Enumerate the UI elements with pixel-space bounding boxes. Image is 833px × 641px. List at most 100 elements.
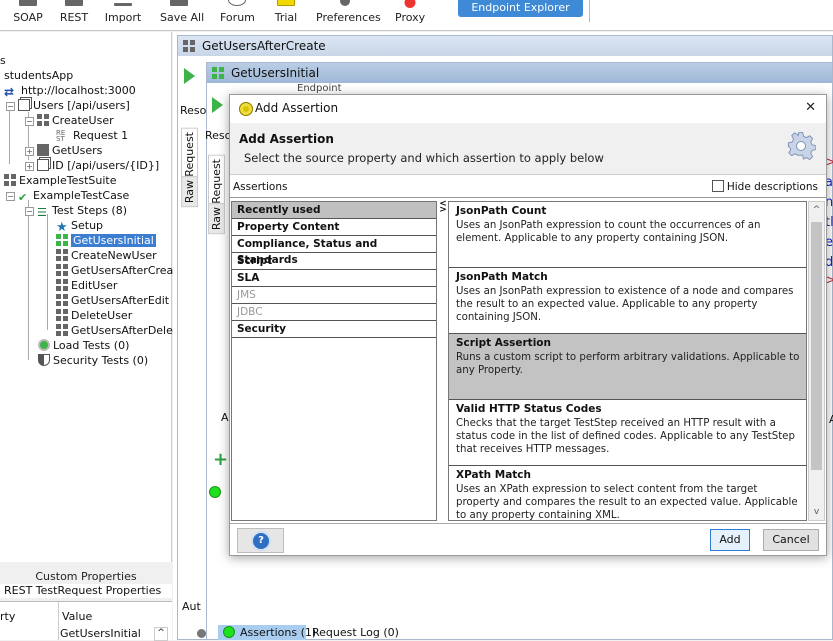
category-compliance[interactable]: Compliance, Status and Standards: [232, 236, 436, 266]
tree-item-testsuite[interactable]: ExampleTestSuite: [4, 173, 116, 188]
auth-label: Aut: [182, 600, 201, 613]
scrollbar-thumb[interactable]: [811, 222, 822, 470]
cancel-button[interactable]: Cancel: [763, 529, 819, 551]
get-method-icon: [37, 144, 49, 156]
teststep-icon: [56, 234, 68, 246]
tree-item-getusersaftercreate[interactable]: GetUsersAfterCreate: [56, 263, 184, 278]
tree-item-edituser[interactable]: EditUser: [56, 278, 117, 293]
soap-button[interactable]: SOAP: [12, 0, 44, 30]
value-column-header[interactable]: Value: [62, 610, 92, 623]
run-icon[interactable]: [212, 97, 223, 113]
navigator-header: s: [0, 54, 6, 67]
tree-item-project[interactable]: studentsApp: [4, 68, 73, 83]
assertion-item-script-assertion[interactable]: Script Assertion Runs a custom script to…: [449, 334, 806, 400]
rest-button[interactable]: REST: [58, 0, 90, 30]
add-assertion-icon[interactable]: +: [213, 449, 228, 470]
import-button[interactable]: Import: [104, 0, 142, 30]
teststep-icon: [56, 279, 68, 291]
endpoint-icon: ⇄: [4, 85, 15, 99]
resource-label: Reso: [180, 104, 207, 117]
scroll-down-icon[interactable]: v: [809, 504, 824, 520]
tree-item-securitytests[interactable]: Security Tests (0): [38, 353, 148, 368]
dialog-titlebar[interactable]: Add Assertion ✕: [230, 95, 826, 123]
tree-item-getusersinitial[interactable]: GetUsersInitial: [56, 233, 156, 248]
close-icon[interactable]: ✕: [805, 100, 816, 115]
trial-button[interactable]: Trial: [273, 0, 299, 30]
tab-request[interactable]: Request: [181, 128, 198, 181]
tree-item-request1[interactable]: RE ST Request 1: [56, 128, 128, 143]
add-button[interactable]: Add: [710, 529, 750, 551]
endpoint-explorer-button[interactable]: Endpoint Explorer: [458, 0, 583, 17]
tab-raw[interactable]: Raw: [208, 203, 225, 235]
teststep-icon: [56, 309, 68, 321]
help-button[interactable]: ?: [237, 528, 284, 553]
custom-properties-header[interactable]: Custom Properties: [0, 570, 172, 584]
scroll-up-icon[interactable]: ^: [809, 202, 824, 218]
run-icon[interactable]: [184, 68, 195, 84]
collapse-icon[interactable]: −: [25, 117, 34, 126]
resource-icon: [37, 159, 49, 171]
dialog-title: Add Assertion: [255, 101, 339, 115]
tree-item-id-resource[interactable]: + ID [/api/users/{ID}]: [25, 158, 159, 173]
preferences-icon: [340, 0, 350, 6]
tree-item-deleteuser[interactable]: DeleteUser: [56, 308, 132, 323]
property-value-cell[interactable]: GetUsersInitial: [60, 627, 141, 640]
tree-item-createuser[interactable]: − CreateUser: [25, 113, 114, 128]
category-property-content[interactable]: Property Content: [232, 219, 436, 236]
expand-icon[interactable]: +: [25, 147, 34, 156]
properties-table: rty Value GetUsersInitial ^: [0, 601, 172, 641]
checkbox-icon[interactable]: [711, 180, 724, 192]
tree-item-getusersafterdelete[interactable]: GetUsersAfterDelete: [56, 323, 184, 338]
hide-descriptions-checkbox[interactable]: Hide descriptions: [711, 180, 818, 193]
status-dot-icon: [197, 629, 206, 638]
window-titlebar[interactable]: GetUsersAfterCreate: [178, 36, 832, 56]
splitter-handle[interactable]: < >: [439, 200, 447, 521]
forum-icon: [228, 0, 246, 6]
preferences-button[interactable]: Preferences: [316, 0, 381, 30]
category-sla[interactable]: SLA: [232, 270, 436, 287]
category-script[interactable]: Script: [232, 253, 436, 270]
assertion-item-jsonpath-match[interactable]: JsonPath Match Uses an JsonPath expressi…: [449, 268, 806, 334]
collapse-right-icon[interactable]: >: [439, 206, 447, 215]
category-security[interactable]: Security: [232, 321, 436, 338]
teststeps-icon: ☰: [37, 206, 47, 219]
tree-item-testcase[interactable]: − ✔ ExampleTestCase: [6, 188, 129, 204]
column-divider: [58, 602, 59, 640]
tab-raw[interactable]: Raw: [181, 176, 198, 208]
category-jdbc: JDBC: [232, 304, 436, 321]
tree-item-getusersafteredit[interactable]: GetUsersAfterEdit: [56, 293, 169, 308]
tree-item-getusers[interactable]: + GetUsers: [25, 143, 102, 158]
window-titlebar[interactable]: GetUsersInitial: [207, 63, 832, 83]
tree-item-createnewuser[interactable]: CreateNewUser: [56, 248, 157, 263]
assertion-item-jsonpath-count[interactable]: JsonPath Count Uses an JsonPath expressi…: [449, 202, 806, 268]
resource-icon: [18, 99, 30, 111]
assertion-list-scrollbar[interactable]: ^ v: [808, 201, 825, 521]
collapse-icon[interactable]: −: [25, 207, 34, 216]
navigator-panel: s studentsApp ⇄ http://localhost:3000 − Us…: [0, 32, 184, 562]
tab-request[interactable]: Request: [208, 155, 225, 208]
tree-item-endpoint[interactable]: ⇄ http://localhost:3000: [4, 83, 136, 98]
teststep-icon: [56, 264, 68, 276]
collapse-icon[interactable]: −: [6, 192, 15, 201]
tree-item-users-resource[interactable]: − Users [/api/users]: [6, 98, 130, 113]
add-assertion-dialog: Add Assertion ✕ Add Assertion Select the…: [229, 94, 827, 556]
tree-item-setup[interactable]: ★ Setup: [56, 218, 103, 234]
assertions-bar: Assertions Hide descriptions: [230, 176, 826, 198]
collapse-icon[interactable]: −: [6, 102, 15, 111]
category-recently-used[interactable]: Recently used: [232, 202, 436, 219]
toolbar-separator: [589, 0, 590, 22]
tree-line: [9, 104, 10, 164]
proxy-button[interactable]: Proxy: [395, 0, 425, 30]
tree-item-loadtests[interactable]: Load Tests (0): [38, 338, 129, 353]
resource-label: Reso: [205, 129, 232, 142]
expand-icon[interactable]: +: [25, 162, 34, 171]
tab-assertions[interactable]: Assertions (1): [218, 625, 316, 640]
tree-item-teststeps[interactable]: − ☰ Test Steps (8): [25, 203, 127, 219]
assertion-item-xpath-match[interactable]: XPath Match Uses an XPath expression to …: [449, 466, 806, 520]
forum-button[interactable]: Forum: [220, 0, 255, 30]
property-column-header[interactable]: rty: [0, 610, 15, 623]
tab-request-log[interactable]: Request Log (0): [312, 625, 399, 640]
save-all-button[interactable]: Save All: [160, 0, 204, 30]
assertion-item-valid-http-status[interactable]: Valid HTTP Status Codes Checks that the …: [449, 400, 806, 466]
scroll-up-icon[interactable]: ^: [154, 627, 168, 641]
